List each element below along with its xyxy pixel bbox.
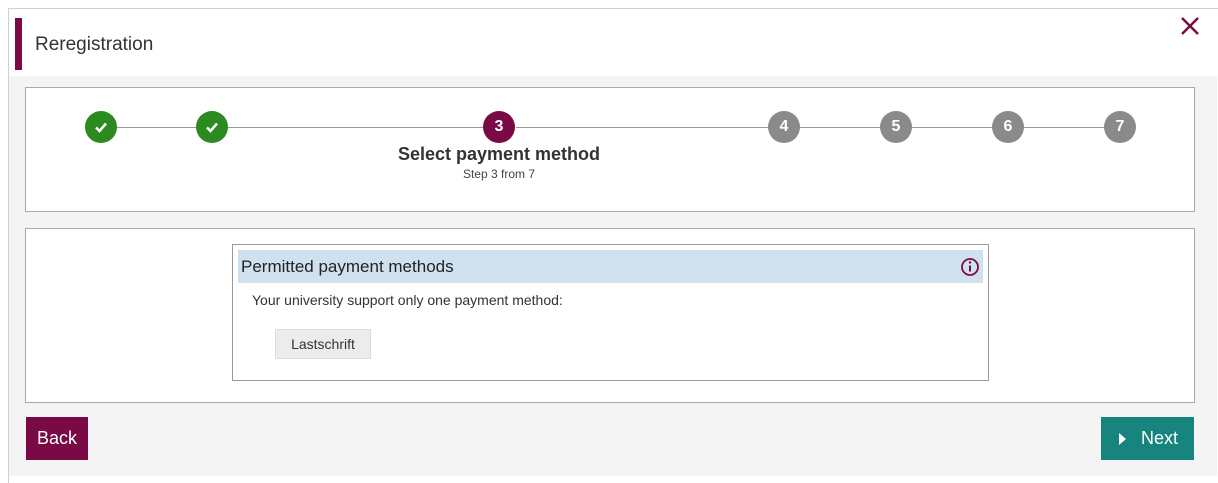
current-step-title: Select payment method	[397, 144, 601, 164]
checkmark-icon	[206, 122, 218, 133]
payment-panel: Permitted payment methods Your universit…	[25, 228, 1195, 403]
current-step-subtitle: Step 3 from 7	[462, 167, 536, 181]
step-connector	[228, 127, 496, 128]
title-accent-bar	[15, 18, 22, 70]
next-button-label: Next	[1140, 428, 1178, 448]
back-button[interactable]: Back	[26, 417, 88, 460]
step-4: 4	[768, 111, 800, 143]
next-button[interactable]: Next	[1101, 417, 1194, 460]
step-6: 6	[992, 111, 1024, 143]
step-5: 5	[880, 111, 912, 143]
payment-info-text: Your university support only one payment…	[252, 292, 563, 308]
step-7: 7	[1104, 111, 1136, 143]
step-3-current: 3	[483, 111, 515, 143]
progress-stepper: 3 4 5 6 7 Select payment method Step 3 f…	[25, 87, 1195, 212]
step-connector	[798, 127, 888, 128]
step-connector	[910, 127, 1000, 128]
info-icon[interactable]	[960, 257, 980, 277]
close-icon[interactable]	[1178, 14, 1202, 38]
payment-methods-card: Permitted payment methods Your universit…	[232, 244, 989, 381]
step-1-complete[interactable]	[85, 111, 117, 143]
step-2-complete[interactable]	[196, 111, 228, 143]
payment-method-chip: Lastschrift	[275, 329, 371, 359]
card-header: Permitted payment methods	[238, 250, 983, 283]
step-connector	[1022, 127, 1112, 128]
checkmark-icon	[95, 122, 107, 133]
chevron-right-icon	[1118, 432, 1126, 445]
dialog-title: Reregistration	[35, 34, 154, 55]
card-title: Permitted payment methods	[241, 257, 454, 276]
step-connector	[516, 127, 774, 128]
